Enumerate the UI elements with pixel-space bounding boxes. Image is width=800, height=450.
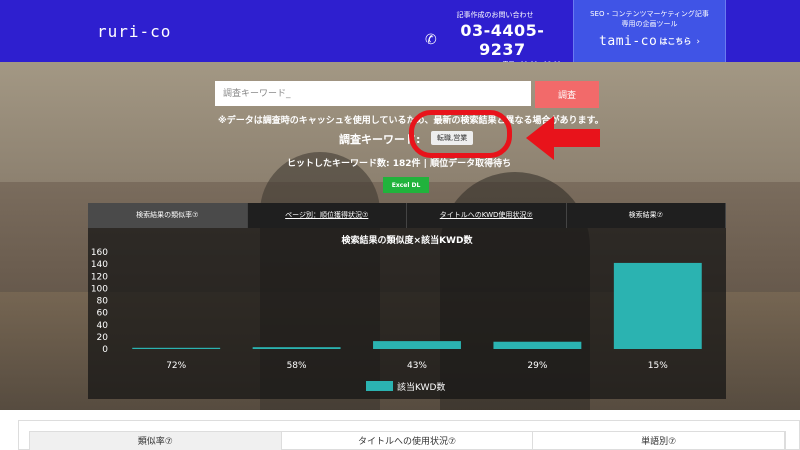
y-tick-label: 20	[97, 333, 109, 343]
bar	[373, 341, 461, 349]
y-tick-label: 80	[97, 297, 109, 307]
results-card: 類似率⑦ タイトルへの使用状況⑦ 単語別⑦	[18, 420, 800, 450]
search-button[interactable]: 調査	[535, 81, 599, 108]
chart-panel: 検索結果の類似率⑦ ページ別：順位獲得状況⑦ タイトルへのKWD使用状況⑦ 検索…	[88, 203, 726, 399]
y-tick-label: 100	[91, 284, 108, 294]
promo-cta-text: はこちら	[659, 37, 692, 46]
y-tick-label: 40	[97, 321, 109, 331]
y-tick-label: 60	[97, 309, 109, 319]
excel-download-button[interactable]: Excel DL	[383, 177, 429, 193]
tab-similarity-label: 検索結果の類似率⑦	[136, 211, 199, 219]
chart-title: 検索結果の類似度×該当KWD数	[342, 234, 474, 246]
chevron-right-icon: ›	[696, 36, 700, 47]
x-tick-label: 29%	[527, 361, 547, 371]
y-tick-label: 160	[91, 248, 108, 258]
tami-co-promo-banner[interactable]: SEO・コンテンツマーケティング記事 専用の企画ツール tami-co はこちら…	[573, 0, 726, 62]
promo-line-2: 専用の企画ツール	[621, 20, 678, 28]
keyword-search-input[interactable]	[215, 81, 531, 106]
y-tick-label: 140	[91, 260, 108, 270]
legend-label: 該当KWD数	[397, 381, 445, 393]
x-tick-label: 15%	[648, 361, 668, 371]
tab-title-kwd[interactable]: タイトルへのKWD使用状況⑦	[407, 203, 567, 228]
promo-cta-row[interactable]: tami-co はこちら ›	[574, 34, 725, 49]
results-tabs: 類似率⑦ タイトルへの使用状況⑦ 単語別⑦	[29, 431, 786, 450]
y-tick-label: 0	[102, 345, 108, 355]
bar	[493, 341, 582, 349]
site-header: ruri-co 記事作成のお問い合わせ ✆ 03-4405-9237 平日：11…	[0, 0, 800, 68]
tab-ranking[interactable]: ページ別：順位獲得状況⑦	[248, 203, 407, 228]
annotation-highlight-circle	[409, 110, 512, 158]
x-tick-label: 43%	[407, 361, 427, 371]
tab-similarity[interactable]: 検索結果の類似率⑦	[88, 203, 248, 228]
similarity-bar-chart: 検索結果の類似度×該当KWD数 0 20 40 60 80 100 120 140 160 72% 5…	[91, 234, 702, 393]
phone-number[interactable]: 03-4405-9237	[440, 21, 565, 59]
x-tick-label: 72%	[166, 361, 186, 371]
tab-title-usage[interactable]: タイトルへの使用状況⑦	[282, 432, 534, 450]
contact-block: 記事作成のお問い合わせ ✆ 03-4405-9237 平日：11:00 - 18…	[425, 10, 565, 68]
annotation-arrow-icon	[526, 116, 600, 160]
tami-co-logo: tami-co	[599, 34, 658, 49]
tab-ranking-label: ページ別：順位獲得状況⑦	[285, 211, 369, 219]
bar	[252, 347, 341, 349]
x-tick-label: 58%	[287, 361, 307, 371]
y-tick-label: 120	[91, 272, 108, 282]
tab-title-kwd-label: タイトルへのKWD使用状況⑦	[439, 211, 533, 219]
ruri-co-logo[interactable]: ruri-co	[97, 22, 171, 41]
phone-row[interactable]: ✆ 03-4405-9237	[425, 21, 565, 59]
bar	[132, 347, 221, 349]
legend-swatch	[366, 381, 393, 391]
tab-search-results-label: 検索結果⑦	[628, 211, 663, 219]
promo-line-1: SEO・コンテンツマーケティング記事	[590, 10, 709, 18]
bar	[613, 262, 702, 349]
tab-by-word[interactable]: 単語別⑦	[533, 432, 786, 450]
phone-icon: ✆	[425, 32, 437, 48]
tab-similarity-rate[interactable]: 類似率⑦	[30, 432, 282, 450]
chart-tabs: 検索結果の類似率⑦ ページ別：順位獲得状況⑦ タイトルへのKWD使用状況⑦ 検索…	[88, 203, 726, 228]
tab-search-results[interactable]: 検索結果⑦	[567, 203, 726, 228]
contact-label: 記事作成のお問い合わせ	[456, 11, 534, 19]
